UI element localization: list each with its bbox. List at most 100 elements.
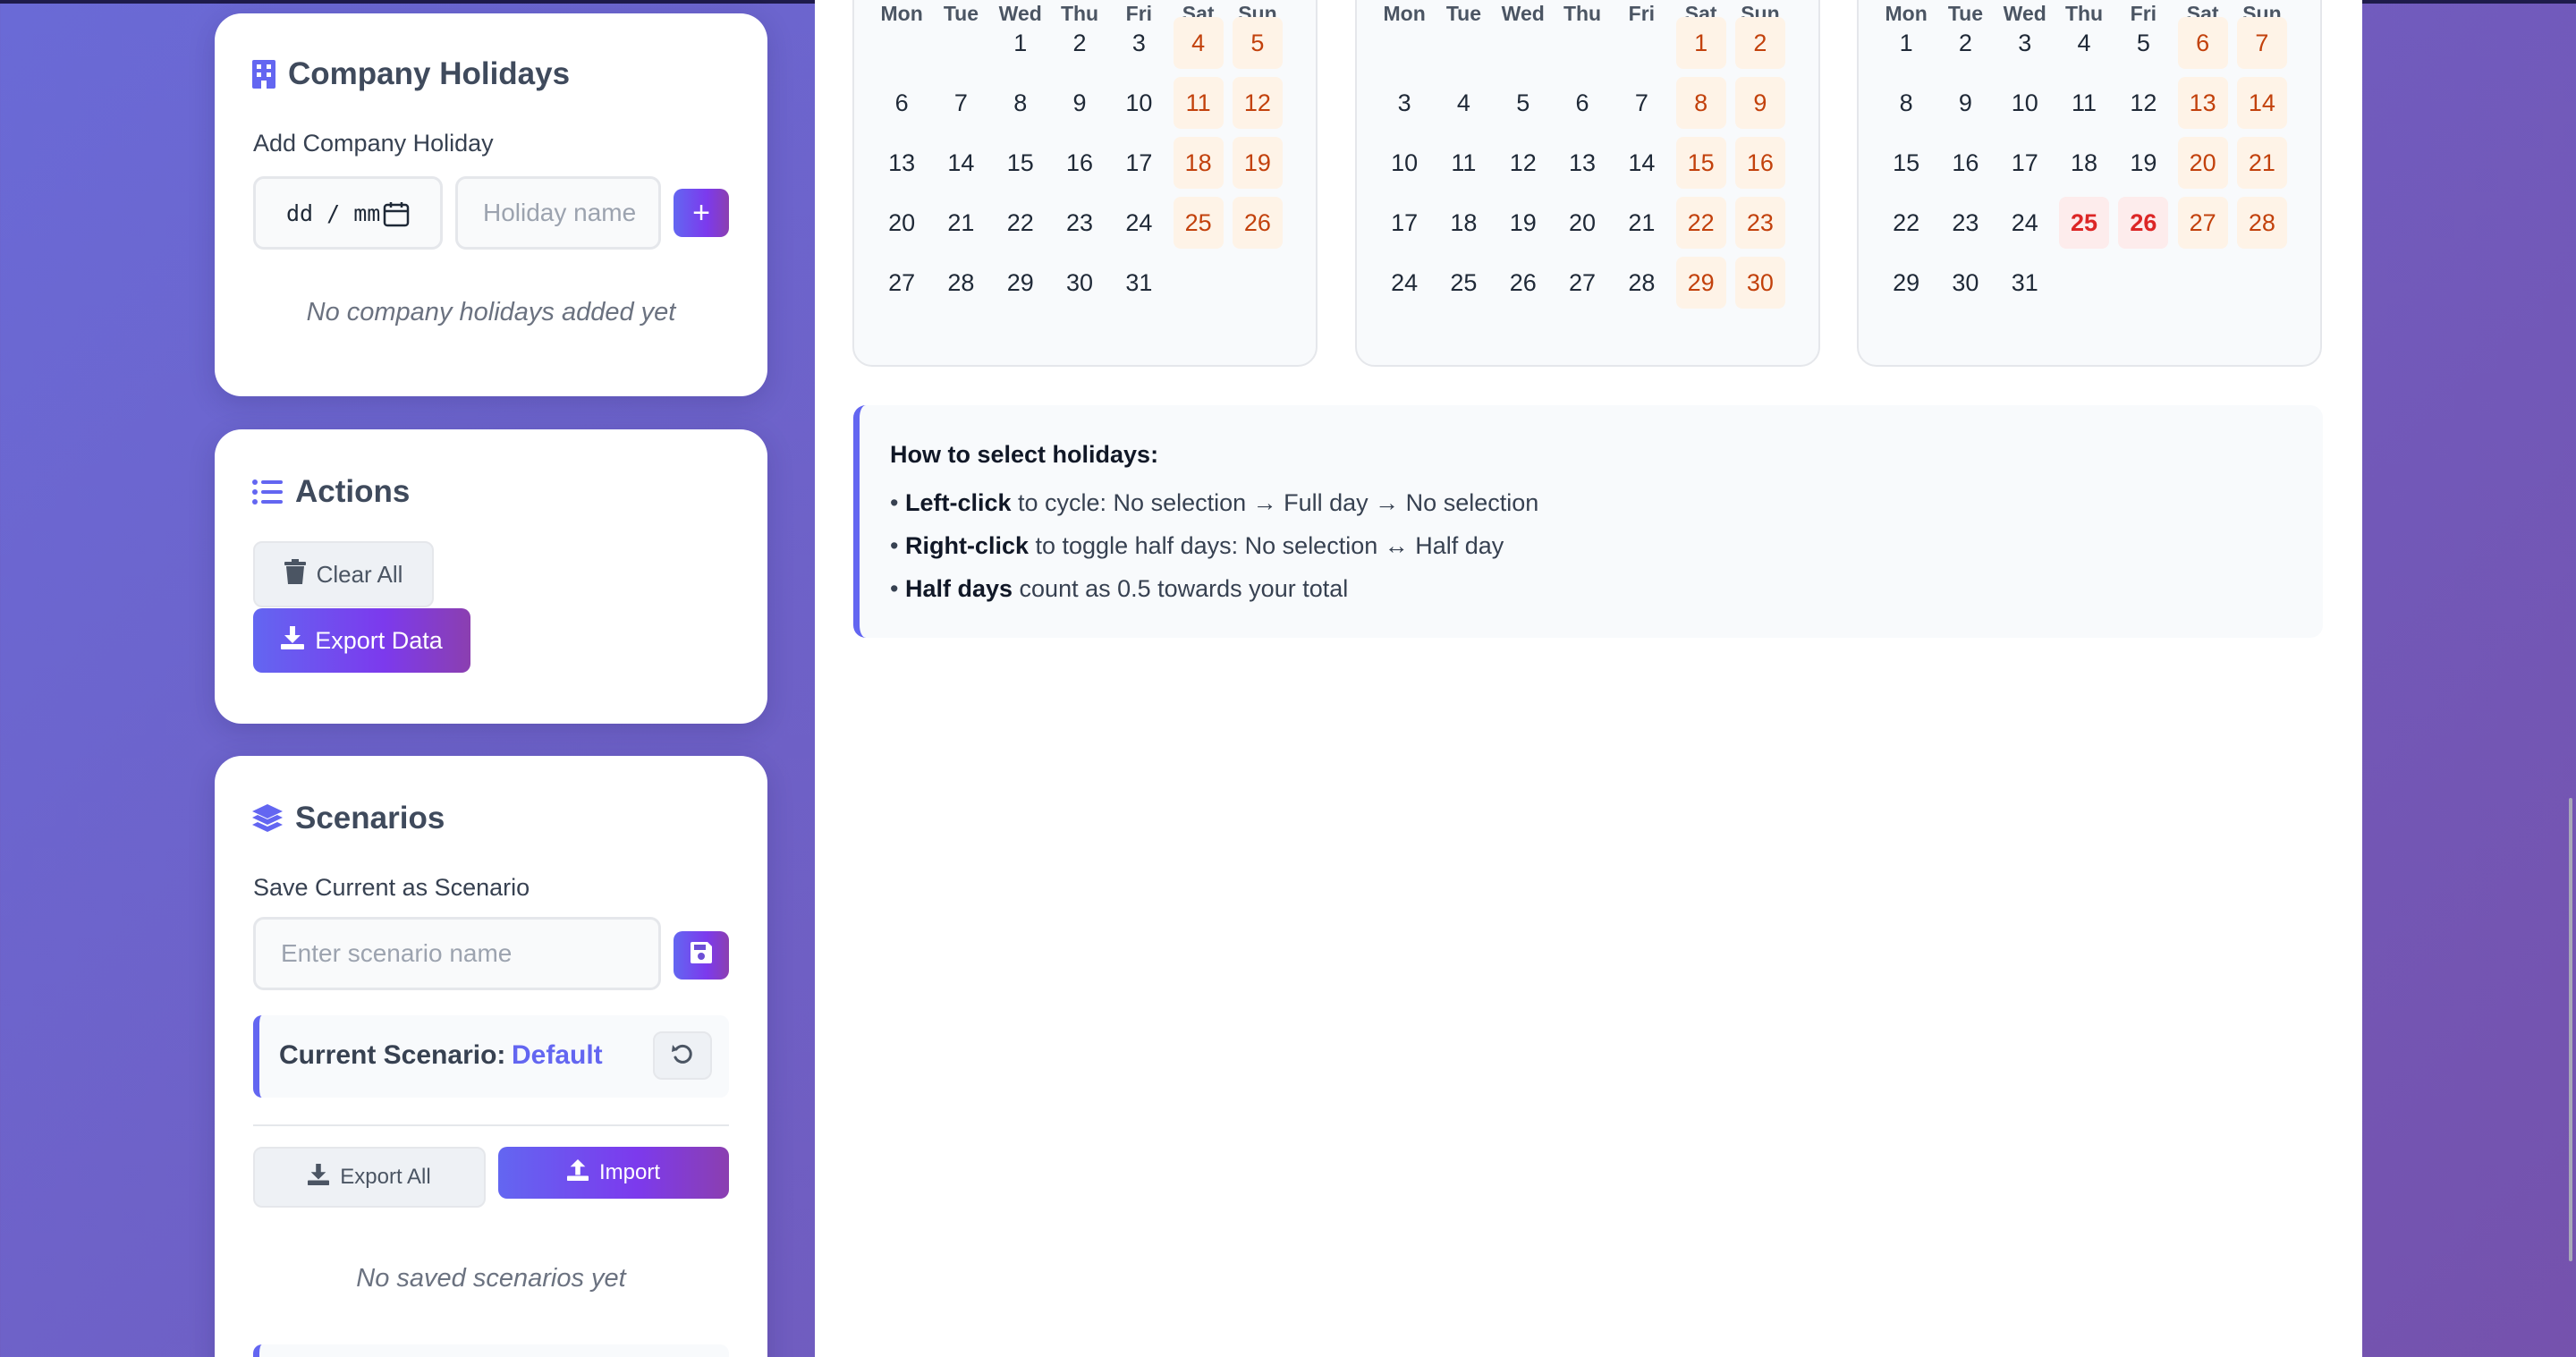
calendar-day[interactable]: 25	[2059, 197, 2110, 249]
calendar-day[interactable]: 24	[1114, 197, 1164, 249]
calendar-day[interactable]: 10	[1379, 137, 1429, 189]
calendar-day[interactable]: 18	[1438, 197, 1488, 249]
calendar-day[interactable]: 21	[1616, 197, 1666, 249]
calendar-day[interactable]: 19	[1498, 197, 1548, 249]
calendar-day[interactable]: 22	[1881, 197, 1931, 249]
calendar-day[interactable]: 5	[1232, 17, 1283, 69]
calendar-icon[interactable]	[383, 200, 410, 233]
calendar-day[interactable]: 17	[1379, 197, 1429, 249]
calendar-day[interactable]: 11	[1438, 137, 1488, 189]
scenario-name-input[interactable]: Enter scenario name	[253, 917, 661, 990]
calendar-day[interactable]: 12	[2118, 77, 2168, 129]
calendar-day[interactable]: 26	[1498, 257, 1548, 309]
holiday-date-input[interactable]: dd / mm / yyyy	[253, 176, 443, 250]
calendar-day[interactable]: 17	[1114, 137, 1164, 189]
calendar-day[interactable]: 13	[877, 137, 927, 189]
calendar-day[interactable]: 9	[1940, 77, 1990, 129]
calendar-day[interactable]: 2	[1055, 17, 1105, 69]
calendar-day[interactable]: 12	[1498, 137, 1548, 189]
calendar-day[interactable]: 20	[2177, 137, 2228, 189]
calendar-day[interactable]: 16	[1734, 137, 1785, 189]
calendar-day[interactable]: 9	[1734, 77, 1785, 129]
calendar-day[interactable]: 13	[1557, 137, 1607, 189]
calendar-day[interactable]: 14	[1616, 137, 1666, 189]
calendar-day[interactable]: 19	[2118, 137, 2168, 189]
save-scenario-button[interactable]	[674, 931, 729, 980]
calendar-day[interactable]: 6	[1557, 77, 1607, 129]
calendar-day[interactable]: 20	[877, 197, 927, 249]
clear-all-button[interactable]: Clear All	[253, 541, 434, 607]
calendar-day[interactable]: 14	[2236, 77, 2287, 129]
calendar-day[interactable]: 21	[2236, 137, 2287, 189]
calendar-day[interactable]: 31	[2000, 257, 2050, 309]
calendar-day[interactable]: 3	[2000, 17, 2050, 69]
calendar-day[interactable]: 25	[1438, 257, 1488, 309]
calendar-day[interactable]: 24	[2000, 197, 2050, 249]
calendar-day[interactable]: 24	[1379, 257, 1429, 309]
calendar-day[interactable]: 28	[2236, 197, 2287, 249]
holiday-name-input[interactable]: Holiday name	[455, 176, 661, 250]
calendar-day[interactable]: 16	[1055, 137, 1105, 189]
calendar-day[interactable]: 29	[1881, 257, 1931, 309]
calendar-day[interactable]: 1	[1675, 17, 1726, 69]
calendar-day[interactable]: 19	[1232, 137, 1283, 189]
calendar-day[interactable]: 21	[936, 197, 986, 249]
calendar-day[interactable]: 29	[1675, 257, 1726, 309]
export-all-button[interactable]: Export All	[253, 1147, 486, 1208]
calendar-day[interactable]: 1	[1881, 17, 1931, 69]
calendar-day[interactable]: 8	[1675, 77, 1726, 129]
calendar-day[interactable]: 4	[1173, 17, 1224, 69]
calendar-day[interactable]: 22	[996, 197, 1046, 249]
calendar-day[interactable]: 22	[1675, 197, 1726, 249]
calendar-day[interactable]: 17	[2000, 137, 2050, 189]
calendar-day[interactable]: 4	[1438, 77, 1488, 129]
calendar-day[interactable]: 28	[1616, 257, 1666, 309]
calendar-day[interactable]: 30	[1734, 257, 1785, 309]
calendar-day[interactable]: 20	[1557, 197, 1607, 249]
calendar-day[interactable]: 14	[936, 137, 986, 189]
calendar-day[interactable]: 8	[996, 77, 1046, 129]
calendar-day[interactable]: 26	[2118, 197, 2169, 249]
calendar-day[interactable]: 7	[2236, 17, 2287, 69]
calendar-day[interactable]: 15	[996, 137, 1046, 189]
calendar-day[interactable]: 30	[1940, 257, 1990, 309]
calendar-day[interactable]: 2	[1940, 17, 1990, 69]
calendar-day[interactable]: 7	[936, 77, 986, 129]
calendar-day[interactable]: 4	[2059, 17, 2109, 69]
calendar-day[interactable]: 15	[1881, 137, 1931, 189]
calendar-day[interactable]: 25	[1173, 197, 1224, 249]
calendar-day[interactable]: 5	[2118, 17, 2168, 69]
calendar-day[interactable]: 23	[1734, 197, 1785, 249]
calendar-day[interactable]: 6	[2177, 17, 2228, 69]
calendar-day[interactable]: 13	[2177, 77, 2228, 129]
calendar-day[interactable]: 3	[1114, 17, 1164, 69]
calendar-day[interactable]: 28	[936, 257, 986, 309]
calendar-day[interactable]: 18	[1173, 137, 1224, 189]
calendar-day[interactable]: 23	[1940, 197, 1990, 249]
calendar-day[interactable]: 27	[1557, 257, 1607, 309]
calendar-day[interactable]: 15	[1675, 137, 1726, 189]
calendar-day[interactable]: 26	[1232, 197, 1283, 249]
calendar-day[interactable]: 2	[1734, 17, 1785, 69]
calendar-day[interactable]: 8	[1881, 77, 1931, 129]
calendar-day[interactable]: 12	[1232, 77, 1283, 129]
calendar-day[interactable]: 11	[2059, 77, 2109, 129]
export-data-button[interactable]: Export Data	[253, 608, 470, 673]
scrollbar-thumb[interactable]	[2569, 798, 2572, 1261]
calendar-day[interactable]: 1	[996, 17, 1046, 69]
calendar-day[interactable]: 5	[1498, 77, 1548, 129]
calendar-day[interactable]: 18	[2059, 137, 2109, 189]
calendar-day[interactable]: 10	[2000, 77, 2050, 129]
calendar-day[interactable]: 30	[1055, 257, 1105, 309]
calendar-day[interactable]: 10	[1114, 77, 1164, 129]
calendar-day[interactable]: 27	[2177, 197, 2228, 249]
calendar-day[interactable]: 23	[1055, 197, 1105, 249]
add-holiday-button[interactable]: +	[674, 189, 729, 237]
calendar-day[interactable]: 6	[877, 77, 927, 129]
calendar-day[interactable]: 3	[1379, 77, 1429, 129]
calendar-day[interactable]: 11	[1173, 77, 1224, 129]
calendar-day[interactable]: 27	[877, 257, 927, 309]
calendar-day[interactable]: 31	[1114, 257, 1164, 309]
calendar-day[interactable]: 29	[996, 257, 1046, 309]
reset-scenario-button[interactable]	[653, 1031, 712, 1080]
